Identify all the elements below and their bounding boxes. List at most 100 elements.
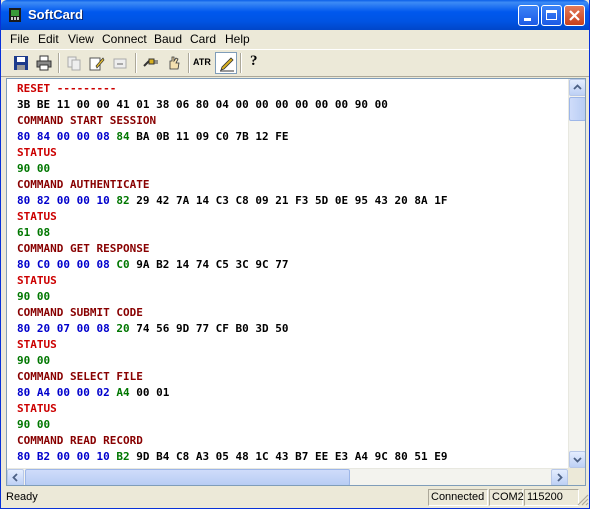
log-line: COMMAND START SESSION — [17, 113, 447, 129]
reset-button[interactable] — [163, 52, 185, 74]
vertical-scroll-thumb[interactable] — [569, 97, 585, 121]
log-segment: STATUS — [17, 338, 57, 351]
log-line: 80 82 00 00 10 82 29 42 7A 14 C3 C8 09 2… — [17, 193, 447, 209]
log-segment: B2 — [116, 450, 130, 463]
toolbar-separator — [188, 53, 190, 73]
log-line: 80 84 00 00 08 84 BA 0B 11 09 C0 7B 12 F… — [17, 129, 447, 145]
maximize-icon — [546, 10, 557, 20]
status-baud: 115200 — [524, 489, 579, 506]
status-port: COM2 — [489, 489, 524, 506]
clear-icon — [113, 58, 127, 69]
log-line: STATUS — [17, 337, 447, 353]
scroll-up-button[interactable] — [569, 79, 585, 96]
menu-view[interactable]: View — [68, 32, 94, 46]
pen-icon — [220, 57, 234, 72]
log-toggle-button[interactable] — [215, 52, 237, 74]
window-title: SoftCard — [28, 7, 83, 22]
log-segment: RESET --------- — [17, 82, 117, 95]
log-line: 80 A4 00 00 02 A4 00 01 — [17, 385, 447, 401]
minimize-button[interactable] — [518, 5, 539, 26]
menu-edit[interactable]: Edit — [38, 32, 59, 46]
connect-button[interactable] — [140, 52, 162, 74]
scroll-down-button[interactable] — [569, 451, 585, 468]
horizontal-scroll-thumb[interactable] — [25, 469, 350, 485]
toolbar-separator — [58, 53, 60, 73]
menu-connect[interactable]: Connect — [102, 32, 147, 46]
scroll-right-button[interactable] — [551, 469, 568, 485]
log-segment: 9D B4 C8 A3 05 48 1C 43 B7 EE E3 A4 9C 8… — [129, 450, 448, 463]
scroll-left-button[interactable] — [7, 469, 24, 485]
log-segment: COMMAND SELECT FILE — [17, 370, 143, 383]
log-segment: 80 84 00 00 08 — [17, 130, 117, 143]
log-line: COMMAND GET RESPONSE — [17, 241, 447, 257]
log-segment: 80 B2 00 00 10 — [17, 450, 117, 463]
log-segment: C0 — [116, 258, 130, 271]
log-segment: 90 00 — [17, 418, 51, 431]
save-button[interactable] — [10, 52, 32, 74]
horizontal-scrollbar[interactable] — [7, 468, 568, 485]
log-line: STATUS — [17, 145, 447, 161]
log-line: COMMAND READ RECORD — [17, 433, 447, 449]
log-segment: COMMAND SUBMIT CODE — [17, 306, 143, 319]
log-segment: 00 01 — [129, 386, 170, 399]
edit-button[interactable] — [86, 52, 108, 74]
menu-file[interactable]: File — [10, 32, 29, 46]
maximize-button[interactable] — [541, 5, 562, 26]
log-line: 80 C0 00 00 08 C0 9A B2 14 74 C5 3C 9C 7… — [17, 257, 447, 273]
log-line: 61 08 — [17, 225, 447, 241]
log-segment: 3B BE 11 00 00 41 01 38 06 80 04 00 00 0… — [17, 98, 388, 111]
close-icon — [569, 10, 580, 21]
log-line: STATUS — [17, 209, 447, 225]
toolbar-separator — [240, 53, 242, 73]
log-segment: 20 — [116, 322, 130, 335]
vertical-scrollbar[interactable] — [568, 79, 585, 468]
chevron-right-icon — [557, 473, 563, 482]
menu-card[interactable]: Card — [190, 32, 216, 46]
scrollbar-corner — [568, 468, 585, 485]
log-segment: 80 A4 00 00 02 — [17, 386, 117, 399]
close-button[interactable] — [564, 5, 585, 26]
log-line: 90 00 — [17, 289, 447, 305]
log-line: RESET --------- — [17, 81, 447, 97]
chevron-up-icon — [573, 84, 582, 90]
log-segment: 61 08 — [17, 226, 51, 239]
log-line: 80 B2 00 00 10 B2 9D B4 C8 A3 05 48 1C 4… — [17, 449, 447, 465]
minimize-icon — [524, 18, 531, 21]
resize-grip-icon[interactable] — [577, 494, 589, 506]
copy-icon — [67, 56, 81, 71]
log-segment: 74 56 9D 77 CF B0 3D 50 — [129, 322, 289, 335]
toolbar-separator — [135, 53, 137, 73]
status-connection: Connected — [428, 489, 488, 506]
apdu-log: RESET --------- 3B BE 11 00 00 41 01 38 0… — [17, 81, 447, 481]
log-segment: 84 — [116, 130, 130, 143]
title-bar[interactable]: SoftCard — [1, 0, 589, 30]
status-bar: Ready Connected COM2 115200 — [1, 487, 589, 508]
log-segment: COMMAND GET RESPONSE — [17, 242, 150, 255]
clear-button[interactable] — [109, 52, 131, 74]
print-button[interactable] — [33, 52, 55, 74]
log-segment: COMMAND START SESSION — [17, 114, 157, 127]
log-segment: 90 00 — [17, 162, 51, 175]
app-icon — [9, 8, 21, 22]
menu-help[interactable]: Help — [225, 32, 250, 46]
log-line: STATUS — [17, 401, 447, 417]
log-line: 90 00 — [17, 417, 447, 433]
log-line: 90 00 — [17, 161, 447, 177]
atr-button[interactable]: ATR — [192, 52, 214, 74]
menu-baud[interactable]: Baud — [154, 32, 182, 46]
log-line: 80 20 07 00 08 20 74 56 9D 77 CF B0 3D 5… — [17, 321, 447, 337]
log-segment: 29 42 7A 14 C3 C8 09 21 F3 5D 0E 95 43 2… — [129, 194, 448, 207]
log-line: 90 00 — [17, 353, 447, 369]
pencil-note-icon — [89, 57, 105, 71]
log-segment: BA 0B 11 09 C0 7B 12 FE — [129, 130, 289, 143]
chevron-down-icon — [573, 457, 582, 463]
log-segment: STATUS — [17, 146, 57, 159]
log-view[interactable]: RESET --------- 3B BE 11 00 00 41 01 38 0… — [6, 78, 586, 486]
copy-button[interactable] — [63, 52, 85, 74]
help-button[interactable]: ? — [244, 52, 266, 74]
log-segment: A4 — [116, 386, 130, 399]
log-segment: 90 00 — [17, 290, 51, 303]
log-segment: 90 00 — [17, 354, 51, 367]
log-segment: 80 C0 00 00 08 — [17, 258, 117, 271]
log-segment: COMMAND AUTHENTICATE — [17, 178, 150, 191]
